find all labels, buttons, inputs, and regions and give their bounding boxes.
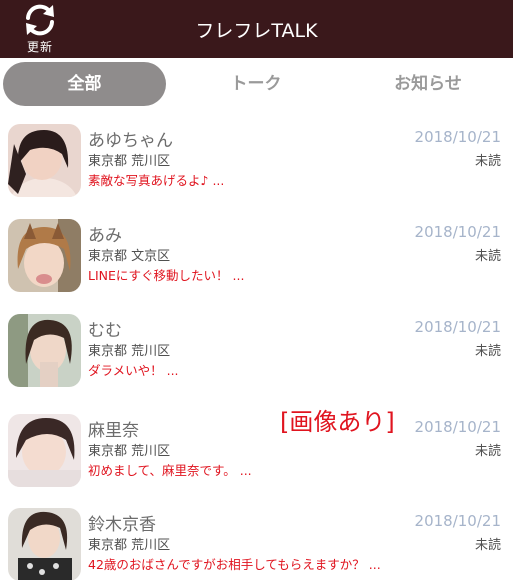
read-status: 未読 [474, 249, 501, 264]
message-row[interactable]: あみ 東京都 文京区 LINEにすぐ移動したい！ ... 2018/10/21 … [0, 207, 513, 299]
avatar [8, 414, 81, 487]
message-date: 2018/10/21 [414, 128, 501, 146]
read-status: 未読 [474, 344, 501, 359]
read-status: 未読 [474, 538, 501, 553]
message-date: 2018/10/21 [414, 512, 501, 530]
contact-location: 東京都 文京区 [88, 249, 171, 264]
message-preview: LINEにすぐ移動したい！ ... [88, 268, 245, 283]
message-row[interactable]: あゆちゃん 東京都 荒川区 素敵な写真あげるよ♪ ... 2018/10/21 … [0, 112, 513, 204]
contact-name: むむ [88, 321, 122, 341]
message-date: 2018/10/21 [414, 418, 501, 436]
tab-notices[interactable]: お知らせ [346, 62, 510, 106]
app-title: フレフレTALK [195, 20, 318, 42]
message-row[interactable]: むむ 東京都 荒川区 ダラメいや！ ... 2018/10/21 未読 [0, 302, 513, 394]
read-status: 未読 [474, 154, 501, 169]
tab-all[interactable]: 全部 [3, 62, 166, 106]
image-attached-badge: [画像あり] [280, 408, 395, 436]
message-row[interactable]: 鈴木京香 東京都 荒川区 42歳のおばさんですがお相手してもらえますか？ ...… [0, 496, 513, 580]
avatar [8, 314, 81, 387]
message-preview: 42歳のおばさんですがお相手してもらえますか？ ... [88, 557, 381, 572]
message-date: 2018/10/21 [414, 223, 501, 241]
avatar [8, 124, 81, 197]
avatar [8, 508, 81, 580]
contact-location: 東京都 荒川区 [88, 444, 171, 459]
message-row[interactable]: 麻里奈 東京都 荒川区 初めまして、麻里奈です。 ... [画像あり] 2018… [0, 402, 513, 494]
message-preview: 素敵な写真あげるよ♪ ... [88, 173, 225, 188]
contact-name: 鈴木京香 [88, 515, 156, 535]
contact-name: 麻里奈 [88, 421, 139, 441]
tab-bar: 全部 トーク お知らせ [0, 62, 513, 108]
contact-location: 東京都 荒川区 [88, 538, 171, 553]
message-date: 2018/10/21 [414, 318, 501, 336]
contact-name: あみ [88, 226, 122, 246]
tab-talk[interactable]: トーク [172, 62, 340, 106]
read-status: 未読 [474, 444, 501, 459]
message-preview: ダラメいや！ ... [88, 363, 179, 378]
contact-location: 東京都 荒川区 [88, 344, 171, 359]
message-preview: 初めまして、麻里奈です。 ... [88, 463, 252, 478]
app-header: 更新 フレフレTALK [0, 0, 513, 58]
avatar [8, 219, 81, 292]
contact-name: あゆちゃん [88, 131, 173, 151]
contact-location: 東京都 荒川区 [88, 154, 171, 169]
